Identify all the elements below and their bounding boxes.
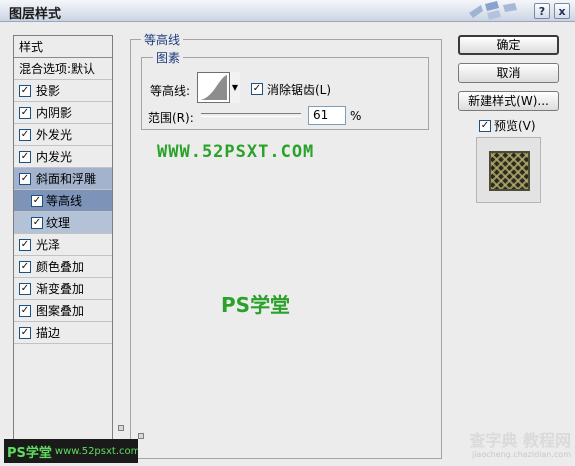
resize-grip [118,425,124,431]
style-item-pattern-overlay[interactable]: ✓ 图案叠加 [14,300,112,322]
site-watermark: WWW.52PSXT.COM [157,142,315,162]
style-label-texture: 纹理 [46,216,71,230]
window-title: 图层样式 [9,7,62,22]
preview-label[interactable]: 预览(V) [494,117,536,134]
style-label-outer-glow: 外发光 [36,128,73,142]
style-label-drop-shadow: 投影 [36,84,61,98]
style-list-header[interactable]: 样式 [14,36,112,58]
style-checkbox-color-overlay[interactable]: ✓ [19,261,31,273]
blending-options-item[interactable]: 混合选项:默认 [14,58,112,80]
style-label-satin: 光泽 [36,238,61,252]
style-item-inner-glow[interactable]: ✓ 内发光 [14,146,112,168]
style-item-outer-glow[interactable]: ✓ 外发光 [14,124,112,146]
style-checkbox-stroke[interactable]: ✓ [19,327,31,339]
range-input[interactable]: 61 [308,106,346,125]
style-checkbox-contour[interactable]: ✓ [31,195,43,207]
range-label: 范围(R): [148,111,194,125]
style-checkbox-outer-glow[interactable]: ✓ [19,129,31,141]
style-item-bevel-emboss[interactable]: ✓ 斜面和浮雕 [14,168,112,190]
style-checkbox-gradient-overlay[interactable]: ✓ [19,283,31,295]
style-list: 样式 混合选项:默认 ✓ 投影 ✓ 内阴影 ✓ 外发光 ✓ 内发光 ✓ 斜面和浮… [13,35,113,457]
resize-grip [138,433,144,439]
style-checkbox-bevel-emboss[interactable]: ✓ [19,173,31,185]
title-bar: 图层样式 ? x [0,0,575,22]
style-item-stroke[interactable]: ✓ 描边 [14,322,112,344]
ok-button[interactable]: 确定 [458,35,559,55]
range-unit: % [350,109,362,123]
new-style-button[interactable]: 新建样式(W)... [458,91,559,111]
style-item-satin[interactable]: ✓ 光泽 [14,234,112,256]
style-label-stroke: 描边 [36,326,61,340]
contour-dropdown-arrow[interactable]: ▼ [229,72,240,103]
style-label-inner-glow: 内发光 [36,150,73,164]
preview-checkbox-wrap[interactable]: ✓ [479,118,491,132]
style-item-color-overlay[interactable]: ✓ 颜色叠加 [14,256,112,278]
anti-alias-checkbox-wrap[interactable]: ✓ [251,81,263,95]
style-label-inner-shadow: 内阴影 [36,106,73,120]
style-preview-box [476,137,541,203]
style-checkbox-texture[interactable]: ✓ [31,217,43,229]
corner-watermark: PS学堂 www.52psxt.com [4,439,138,463]
preview-checkbox[interactable]: ✓ [479,119,491,132]
style-label-contour: 等高线 [46,194,83,208]
style-checkbox-inner-glow[interactable]: ✓ [19,151,31,163]
style-item-gradient-overlay[interactable]: ✓ 渐变叠加 [14,278,112,300]
style-label-color-overlay: 颜色叠加 [36,260,85,274]
style-item-drop-shadow[interactable]: ✓ 投影 [14,80,112,102]
jiaocheng-watermark: 查字典 教程网 jiaocheng.chazidian.com [441,432,571,462]
ps-watermark: PS学堂 [221,293,291,317]
style-item-texture[interactable]: ✓ 纹理 [14,212,112,234]
style-item-inner-shadow[interactable]: ✓ 内阴影 [14,102,112,124]
close-button[interactable]: x [554,3,570,19]
contour-label: 等高线: [150,84,191,98]
style-label-gradient-overlay: 渐变叠加 [36,282,85,296]
style-checkbox-drop-shadow[interactable]: ✓ [19,85,31,97]
corner-watermark-small: www.52psxt.com [54,445,138,457]
elements-subgroup-title: 图素 [153,49,184,66]
range-slider[interactable] [201,113,301,117]
style-label-bevel-emboss: 斜面和浮雕 [36,172,97,186]
cancel-button[interactable]: 取消 [458,63,559,83]
style-checkbox-pattern-overlay[interactable]: ✓ [19,305,31,317]
style-preview-swatch [489,151,530,191]
style-label-pattern-overlay: 图案叠加 [36,304,85,318]
jiaocheng-watermark-big: 查字典 教程网 [469,431,571,450]
windows-flag-icon [469,1,517,20]
style-item-contour[interactable]: ✓ 等高线 [14,190,112,212]
anti-alias-label[interactable]: 消除锯齿(L) [267,81,331,98]
anti-alias-checkbox[interactable]: ✓ [251,82,263,95]
contour-group-title: 等高线 [141,31,184,48]
style-checkbox-satin[interactable]: ✓ [19,239,31,251]
jiaocheng-watermark-small: jiaocheng.chazidian.com [471,450,571,459]
help-button[interactable]: ? [534,3,550,19]
contour-curve-icon [200,75,227,100]
style-checkbox-inner-shadow[interactable]: ✓ [19,107,31,119]
corner-watermark-big: PS学堂 [7,445,52,461]
